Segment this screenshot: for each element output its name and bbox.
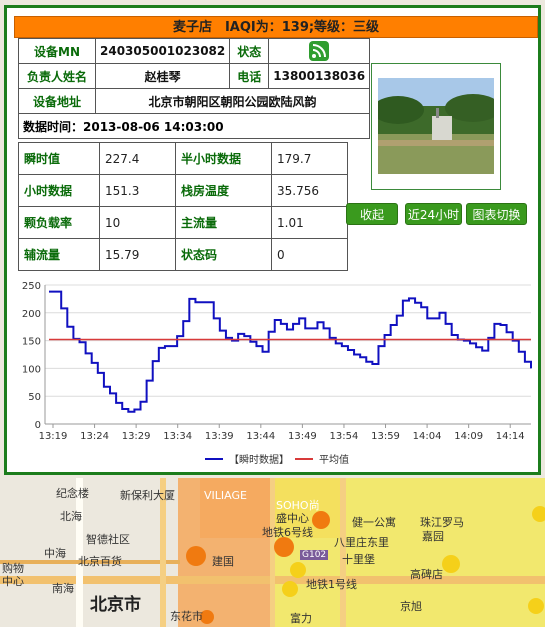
y-tick-label: 0 bbox=[35, 420, 41, 431]
map-label: VILIAGE bbox=[204, 489, 247, 502]
chart-switch-button[interactable]: 图表切换 bbox=[466, 203, 527, 225]
x-tick-label: 13:39 bbox=[205, 431, 234, 442]
metrics-row: 小时数据 151.3 栈房温度 35.756 bbox=[18, 174, 348, 207]
metric-value: 151.3 bbox=[99, 174, 176, 207]
map-label: 北海 bbox=[60, 510, 82, 523]
metric-label: 瞬时值 bbox=[18, 142, 100, 175]
station-marker[interactable] bbox=[186, 546, 206, 566]
station-marker[interactable] bbox=[282, 581, 298, 597]
y-tick-label: 150 bbox=[22, 337, 41, 348]
x-tick-label: 13:54 bbox=[330, 431, 359, 442]
rss-status-icon bbox=[309, 41, 330, 61]
station-marker[interactable] bbox=[312, 511, 330, 529]
map-label: 地铁1号线 bbox=[306, 578, 357, 591]
address-value: 北京市朝阳区朝阳公园欧陆风韵 bbox=[94, 88, 371, 114]
metric-value: 0 bbox=[271, 238, 348, 271]
map-label: 高碑店 bbox=[410, 568, 443, 581]
metric-label: 半小时数据 bbox=[175, 142, 272, 175]
metric-value: 15.79 bbox=[99, 238, 176, 271]
map-label: 北京百货 bbox=[78, 555, 122, 568]
x-tick-label: 14:09 bbox=[454, 431, 483, 442]
map-label-beijing: 北京市 bbox=[90, 595, 141, 615]
station-photo-image bbox=[378, 78, 494, 174]
metric-value: 10 bbox=[99, 206, 176, 239]
metric-value: 179.7 bbox=[271, 142, 348, 175]
y-tick-label: 200 bbox=[22, 309, 41, 320]
device-mn-label: 设备MN bbox=[18, 38, 96, 64]
map-label: 八里庄东里 bbox=[334, 536, 389, 549]
map-label: 十里堡 bbox=[342, 553, 375, 566]
map-label: 纪念楼 bbox=[56, 487, 89, 500]
metric-value: 227.4 bbox=[99, 142, 176, 175]
iaqi-line-chart: 0 50 100 150 200 250 13:19 13:24 13:29 13:34 13:39… bbox=[22, 281, 532, 466]
x-tick-label: 13:19 bbox=[39, 431, 68, 442]
map-label: 富力 bbox=[290, 612, 312, 625]
station-marker[interactable] bbox=[442, 555, 460, 573]
x-tick-label: 13:59 bbox=[371, 431, 400, 442]
metrics-table: 瞬时值 227.4 半小时数据 179.7 小时数据 151.3 栈房温度 35.756 颗负载… bbox=[18, 142, 348, 271]
metric-label: 主流量 bbox=[175, 206, 272, 239]
metrics-row: 颗负载率 10 主流量 1.01 bbox=[18, 206, 348, 239]
map-label: 新保利大厦 bbox=[120, 489, 175, 502]
last-24-hours-button[interactable]: 近24小时 bbox=[405, 203, 462, 225]
x-tick-label: 14:14 bbox=[496, 431, 525, 442]
status-cell bbox=[268, 38, 371, 64]
metric-label: 颗负载率 bbox=[18, 206, 100, 239]
map-label: 中海 bbox=[44, 547, 66, 560]
phone-value: 13800138036 bbox=[268, 63, 371, 89]
popup-title: 麦子店 IAQI为：139;等级：三级 bbox=[14, 16, 538, 38]
map-label: 东花市 bbox=[170, 610, 203, 623]
x-tick-label: 13:24 bbox=[80, 431, 109, 442]
station-photo bbox=[371, 63, 501, 190]
map-label: 健一公寓 bbox=[352, 516, 396, 529]
address-label: 设备地址 bbox=[18, 88, 96, 114]
station-info-table: 设备MN 240305001023082 状态 负责人姓名 赵桂琴 电话 138… bbox=[17, 38, 371, 139]
legend-label-instant: 【瞬时数据】 bbox=[229, 453, 289, 466]
metric-label: 栈房温度 bbox=[175, 174, 272, 207]
x-tick-label: 13:29 bbox=[122, 431, 151, 442]
phone-label: 电话 bbox=[229, 63, 270, 89]
map-label: 智德社区 bbox=[86, 533, 130, 546]
x-tick-label: 14:04 bbox=[413, 431, 442, 442]
metric-value: 1.01 bbox=[271, 206, 348, 239]
collapse-button[interactable]: 收起 bbox=[346, 203, 398, 225]
station-marker[interactable] bbox=[290, 562, 306, 578]
legend-label-average: 平均值 bbox=[319, 453, 349, 466]
station-marker[interactable] bbox=[532, 506, 545, 522]
x-tick-label: 13:44 bbox=[246, 431, 275, 442]
metric-label: 状态码 bbox=[175, 238, 272, 271]
y-tick-label: 50 bbox=[28, 392, 41, 403]
map-label: 建国 bbox=[212, 555, 234, 568]
map-label: 地铁6号线 bbox=[262, 526, 313, 539]
metric-value: 35.756 bbox=[271, 174, 348, 207]
metrics-row: 辅流量 15.79 状态码 0 bbox=[18, 238, 348, 271]
metric-label: 辅流量 bbox=[18, 238, 100, 271]
owner-label: 负责人姓名 bbox=[18, 63, 96, 89]
station-popup: 麦子店 IAQI为：139;等级：三级 设备MN 240305001023082… bbox=[4, 5, 541, 475]
map-road bbox=[270, 478, 275, 627]
metric-label: 小时数据 bbox=[18, 174, 100, 207]
y-tick-label: 100 bbox=[22, 364, 41, 375]
owner-value: 赵桂琴 bbox=[94, 63, 231, 89]
map-label: 南海 bbox=[52, 582, 74, 595]
status-label: 状态 bbox=[229, 38, 270, 64]
map-label: G102 bbox=[300, 550, 329, 560]
map-label: 中心 bbox=[2, 575, 24, 588]
station-marker[interactable] bbox=[274, 537, 294, 557]
x-tick-label: 13:49 bbox=[288, 431, 317, 442]
x-tick-label: 13:34 bbox=[163, 431, 192, 442]
y-tick-label: 250 bbox=[22, 281, 41, 292]
data-time: 数据时间：2013-08-06 14:03:00 bbox=[17, 113, 371, 139]
device-mn-value: 240305001023082 bbox=[94, 38, 231, 64]
map-label: 嘉园 bbox=[422, 530, 444, 543]
station-marker[interactable] bbox=[528, 598, 544, 614]
series-instant-line bbox=[49, 290, 532, 413]
map-label: 京旭 bbox=[400, 600, 422, 613]
metrics-row: 瞬时值 227.4 半小时数据 179.7 bbox=[18, 142, 348, 175]
